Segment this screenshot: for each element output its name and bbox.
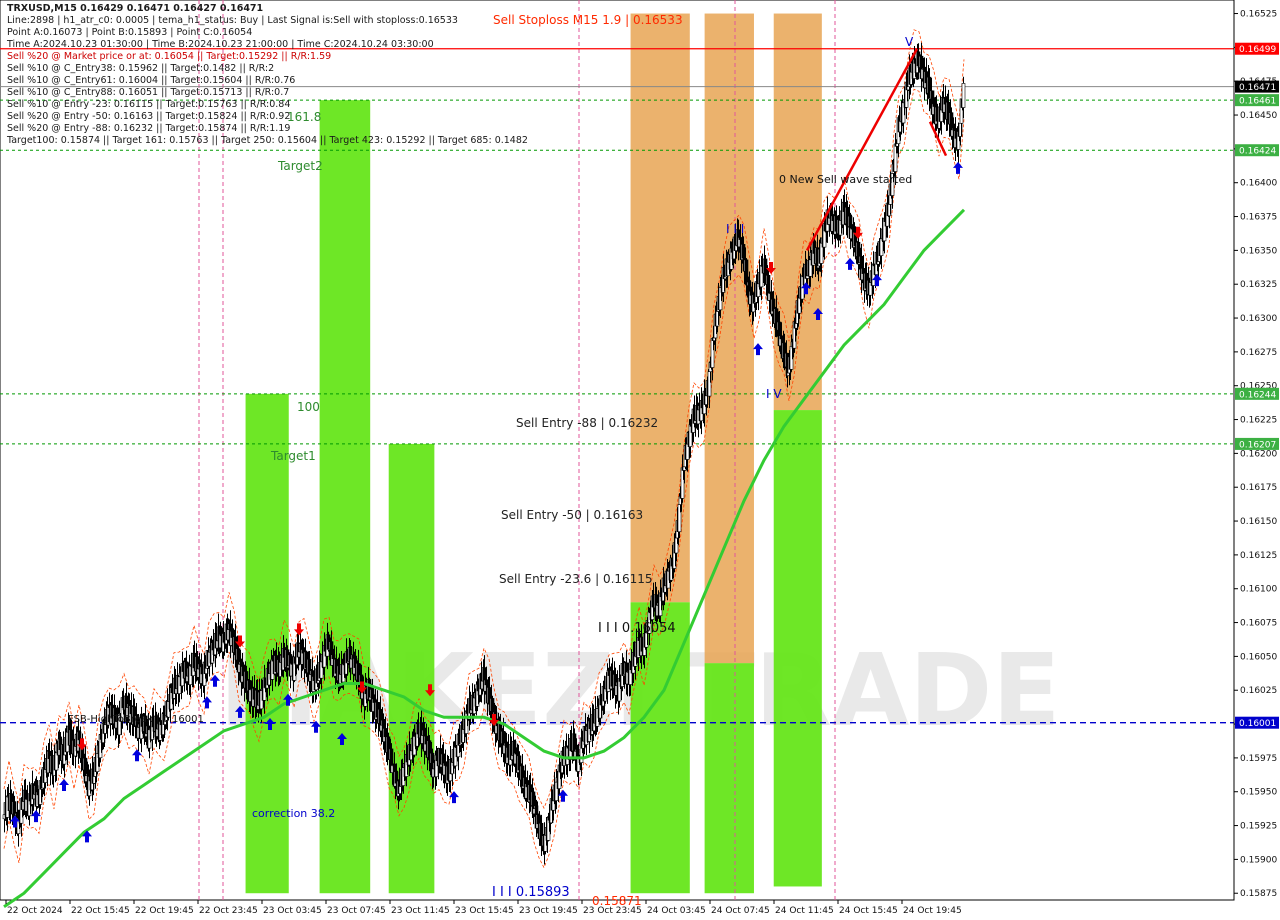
x-tick-label: 23 Oct 23:45: [583, 906, 642, 916]
green-zone-bar: [388, 443, 435, 894]
candle-body: [961, 83, 966, 108]
y-tick-label: 0.15950: [1240, 788, 1277, 798]
price-tag-label: 0.16461: [1239, 97, 1276, 107]
y-tick-label: 0.16275: [1240, 348, 1277, 358]
info-line: Sell %10 @ Entry -23: 0.16115 || Target:…: [7, 99, 291, 110]
x-tick-label: 23 Oct 07:45: [327, 906, 386, 916]
y-tick-label: 0.16075: [1240, 619, 1277, 629]
x-tick-label: 23 Oct 19:45: [519, 906, 578, 916]
info-line: Sell %10 @ C_Entry88: 0.16051 || Target:…: [7, 87, 290, 98]
y-tick-label: 0.16450: [1240, 111, 1277, 121]
y-tick-label: 0.16225: [1240, 416, 1277, 426]
y-tick-label: 0.16400: [1240, 179, 1277, 189]
sell-entry-88-label: Sell Entry -88 | 0.16232: [516, 416, 658, 430]
x-tick-label: 24 Oct 03:45: [647, 906, 706, 916]
point-b-label: I I I 0.15893: [492, 885, 570, 900]
x-tick-label: 24 Oct 19:45: [903, 906, 962, 916]
y-tick-label: 0.16100: [1240, 585, 1277, 595]
price-tag-label: 0.16471: [1239, 83, 1276, 93]
x-tick-label: 23 Oct 11:45: [391, 906, 450, 916]
x-tick-label: 22 Oct 23:45: [199, 906, 258, 916]
info-line: Sell %20 @ Entry -88: 0.16232 || Target:…: [7, 123, 291, 134]
x-tick-label: 23 Oct 15:45: [455, 906, 514, 916]
price-tag-label: 0.16207: [1239, 440, 1276, 450]
wave-iv-label: I V: [766, 387, 782, 401]
x-tick-label: 22 Oct 19:45: [135, 906, 194, 916]
info-line: Target100: 0.15874 || Target 161: 0.1576…: [7, 135, 528, 146]
target2-label: Target2: [277, 159, 323, 173]
info-line: Point A:0.16073 | Point B:0.15893 | Poin…: [7, 27, 253, 38]
y-tick-label: 0.15925: [1240, 822, 1277, 832]
y-tick-label: 0.16200: [1240, 449, 1277, 459]
info-line: Sell %10 @ C_Entry61: 0.16004 || Target:…: [7, 75, 296, 86]
green-zone-bar: [319, 100, 371, 894]
info-line: Time A:2024.10.23 01:30:00 | Time B:2024…: [7, 39, 434, 50]
y-tick-label: 0.16350: [1240, 246, 1277, 256]
wave-iii-label: I I I: [726, 222, 744, 236]
x-tick-label: 24 Oct 15:45: [839, 906, 898, 916]
target1-label: Target1: [270, 449, 316, 463]
y-tick-label: 0.15975: [1240, 754, 1277, 764]
y-tick-label: 0.16050: [1240, 652, 1277, 662]
wave-v-label: V: [905, 35, 914, 49]
sell-entry-50-label: Sell Entry -50 | 0.16163: [501, 508, 643, 522]
y-tick-label: 0.16025: [1240, 686, 1277, 696]
x-axis: 22 Oct 2024 22 Oct 15:45 22 Oct 19:45 22 Oc…: [5, 900, 962, 916]
price-tag-label: 0.16424: [1239, 147, 1276, 157]
x-tick-label: 22 Oct 2024: [7, 906, 63, 916]
x-tick-label: 23 Oct 03:45: [263, 906, 322, 916]
info-line: Line:2898 | h1_atr_c0: 0.0005 | tema_h1_…: [7, 15, 458, 26]
point-c-label: I I I 0.16054: [598, 621, 676, 636]
info-line: Sell %10 @ C_Entry38: 0.15962 || Target:…: [7, 63, 275, 74]
x-tick-label: 24 Oct 11:45: [775, 906, 834, 916]
price-tag-label: 0.16001: [1239, 719, 1276, 729]
price-tag-label: 0.16499: [1239, 45, 1276, 55]
y-tick-label: 0.16300: [1240, 314, 1277, 324]
fib-100-label: 100: [297, 400, 320, 414]
y-tick-label: 0.15875: [1240, 889, 1277, 899]
x-tick-label: 24 Oct 07:45: [711, 906, 770, 916]
fsb-label: FSB-HighToBreak | 0.16001: [68, 714, 204, 725]
y-tick-label: 0.15900: [1240, 855, 1277, 865]
x-tick-label: 22 Oct 15:45: [71, 906, 130, 916]
y-tick-label: 0.16125: [1240, 551, 1277, 561]
new-wave-label: 0 New Sell wave started: [779, 173, 912, 186]
y-tick-label: 0.16175: [1240, 483, 1277, 493]
price-tag-label: 0.16244: [1239, 390, 1276, 400]
green-zone-bar: [704, 663, 754, 894]
correction-label: correction 38.2: [252, 807, 335, 820]
y-tick-label: 0.16525: [1240, 10, 1277, 20]
y-tick-label: 0.16150: [1240, 517, 1277, 527]
sell-entry-23-label: Sell Entry -23.6 | 0.16115: [499, 572, 653, 586]
symbol-line: TRXUSD,M15 0.16429 0.16471 0.16427 0.164…: [7, 3, 264, 14]
y-tick-label: 0.16375: [1240, 213, 1277, 223]
y-tick-label: 0.16325: [1240, 280, 1277, 290]
green-zone-bar: [773, 410, 822, 887]
info-line: Sell %20 @ Entry -50: 0.16163 || Target:…: [7, 111, 291, 122]
indicator-info-panel: TRXUSD,M15 0.16429 0.16471 0.16427 0.164…: [7, 3, 528, 147]
info-line: Sell %20 @ Market price or at: 0.16054 |…: [7, 51, 332, 62]
